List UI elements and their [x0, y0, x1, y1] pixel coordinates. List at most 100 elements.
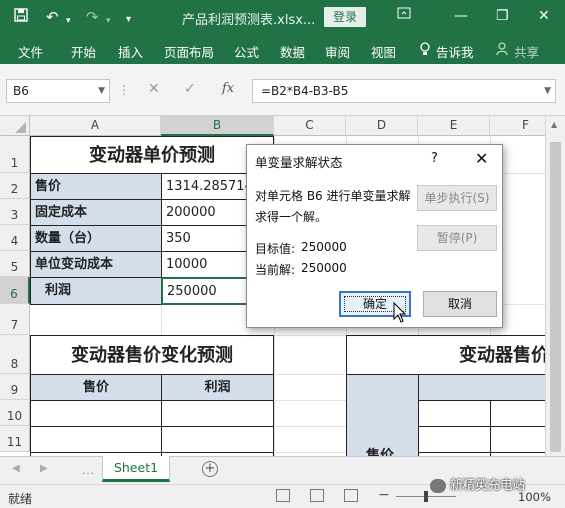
close-icon[interactable]: ✕ — [475, 149, 488, 168]
tab-home[interactable]: 开始 — [71, 42, 96, 61]
share-label[interactable]: 共享 — [514, 42, 539, 61]
row-header[interactable]: 1 — [0, 136, 30, 173]
row-header[interactable]: 3 — [0, 199, 30, 225]
save-icon[interactable] — [14, 8, 28, 26]
chevron-down-icon[interactable]: ▼ — [98, 80, 105, 102]
table3-top-header[interactable] — [418, 374, 545, 401]
tab-page-layout[interactable]: 页面布局 — [164, 42, 214, 61]
ribbon-tabs: 文件 开始 插入 页面布局 公式 数据 审阅 视图 告诉我 共享 — [0, 34, 565, 64]
zoom-out-icon[interactable]: − — [378, 487, 390, 503]
restore-icon[interactable]: ❐ — [496, 6, 509, 26]
row-header[interactable]: 7 — [0, 304, 30, 335]
current-value-label: 当前解: — [255, 263, 296, 277]
table-cell[interactable] — [30, 426, 162, 453]
redo-icon[interactable]: ↷ — [86, 8, 99, 26]
tab-insert[interactable]: 插入 — [118, 42, 143, 61]
undo-icon[interactable]: ↶ — [46, 8, 59, 26]
window-title: 产品利润预测表.xlsx... — [182, 13, 316, 28]
cell-label[interactable]: 数量（台） — [30, 225, 162, 252]
table-cell[interactable] — [161, 400, 274, 427]
table-cell[interactable] — [490, 426, 545, 453]
watermark: 新精英充电站 — [426, 472, 529, 498]
tellme-label[interactable]: 告诉我 — [436, 42, 474, 61]
dialog-message-line1: 对单元格 B6 进行单变量求解 — [255, 189, 411, 203]
cancel-button[interactable]: 取消 — [423, 291, 497, 317]
formula-bar-grip-icon[interactable]: ⋮ — [118, 83, 130, 97]
confirm-entry-icon[interactable]: ✓ — [184, 81, 196, 97]
scrollbar-thumb[interactable] — [550, 142, 561, 452]
tab-review[interactable]: 审阅 — [325, 42, 350, 61]
cell-label[interactable]: 利润 — [30, 277, 162, 305]
column-header[interactable]: C — [274, 116, 346, 136]
column-header[interactable]: E — [418, 116, 490, 136]
column-header[interactable]: F — [490, 116, 545, 136]
dialog-title: 单变量求解状态 — [255, 155, 343, 170]
table-cell[interactable] — [418, 426, 491, 453]
target-value: 250000 — [301, 240, 347, 254]
row-header[interactable]: 8 — [0, 335, 30, 374]
name-box[interactable]: B6 ▼ — [6, 79, 110, 103]
table-cell[interactable] — [490, 400, 545, 427]
vertical-scrollbar[interactable]: ▲ — [545, 116, 565, 456]
undo-dropdown-icon[interactable]: ▾ — [66, 12, 71, 30]
minimize-icon[interactable]: — — [454, 6, 468, 26]
target-value-label: 目标值: — [255, 242, 296, 256]
row-header-selected[interactable]: 6 — [0, 277, 30, 304]
customize-qat-icon[interactable]: ▾ — [126, 11, 131, 29]
page-layout-view-icon[interactable] — [310, 489, 324, 502]
more-tabs-icon[interactable]: … — [82, 463, 94, 477]
row-header[interactable]: 11 — [0, 426, 30, 452]
redo-dropdown-icon[interactable]: ▾ — [106, 12, 111, 30]
formula-text: =B2*B4-B3-B5 — [261, 84, 349, 98]
scroll-up-icon[interactable]: ▲ — [551, 120, 557, 129]
table-cell[interactable] — [161, 426, 274, 453]
page-break-view-icon[interactable] — [344, 489, 358, 502]
table2-header[interactable]: 利润 — [161, 374, 274, 401]
watermark-text: 新精英充电站 — [450, 477, 526, 492]
table3-side-header[interactable] — [346, 374, 419, 456]
column-header[interactable]: A — [30, 116, 161, 136]
add-sheet-icon[interactable]: + — [202, 461, 218, 477]
tab-data[interactable]: 数据 — [280, 42, 305, 61]
tab-file[interactable]: 文件 — [18, 42, 43, 61]
login-button[interactable]: 登录 — [324, 7, 366, 27]
column-header[interactable]: D — [346, 116, 418, 136]
step-button[interactable]: 单步执行(S) — [417, 185, 497, 211]
title-bar: ↶ ▾ ↷ ▾ ▾ 产品利润预测表.xlsx... 登录 — ❐ ✕ — [0, 0, 565, 34]
table2-header[interactable]: 售价 — [30, 374, 162, 401]
share-icon[interactable] — [496, 42, 510, 59]
row-header[interactable]: 9 — [0, 374, 30, 400]
pause-button[interactable]: 暂停(P) — [417, 225, 497, 251]
goal-seek-status-dialog: 单变量求解状态 ? ✕ 对单元格 B6 进行单变量求解 求得一个解。 目标值: … — [246, 144, 503, 328]
ribbon-display-icon[interactable] — [397, 6, 411, 26]
column-header-selected[interactable]: B — [161, 116, 274, 136]
sheet-tab-active[interactable]: Sheet1 — [102, 456, 170, 482]
cell-label[interactable]: 固定成本 — [30, 199, 162, 226]
cell-label[interactable]: 售价 — [30, 173, 162, 200]
tellme-lightbulb-icon[interactable] — [419, 42, 431, 59]
tab-formulas[interactable]: 公式 — [234, 42, 259, 61]
formula-input[interactable]: =B2*B4-B3-B5 ▼ — [252, 79, 556, 103]
cancel-entry-icon[interactable]: ✕ — [148, 81, 160, 97]
insert-function-icon[interactable]: fx — [222, 81, 234, 96]
table1-title: 变动器单价预测 — [30, 136, 274, 173]
row-header[interactable]: 10 — [0, 400, 30, 426]
select-all-corner[interactable] — [0, 116, 30, 136]
close-icon[interactable]: ✕ — [538, 6, 550, 26]
normal-view-icon[interactable] — [276, 489, 290, 502]
expand-formula-icon[interactable]: ▼ — [544, 80, 551, 102]
status-ready: 就绪 — [8, 492, 33, 506]
cell-label[interactable]: 单位变动成本 — [30, 251, 162, 278]
row-header[interactable]: 4 — [0, 225, 30, 251]
tab-view[interactable]: 视图 — [371, 42, 396, 61]
row-header[interactable]: 5 — [0, 251, 30, 277]
scroll-tabs-right-icon[interactable]: ▶ — [40, 463, 48, 474]
scroll-tabs-left-icon[interactable]: ◀ — [12, 463, 20, 474]
table-cell[interactable] — [30, 400, 162, 427]
mouse-cursor-icon — [393, 302, 407, 323]
dialog-message-line2: 求得一个解。 — [255, 210, 328, 224]
help-icon[interactable]: ? — [431, 151, 438, 166]
table2-title: 变动器售价变化预测 — [30, 335, 274, 374]
table-cell[interactable] — [418, 400, 491, 427]
row-header[interactable]: 2 — [0, 173, 30, 199]
